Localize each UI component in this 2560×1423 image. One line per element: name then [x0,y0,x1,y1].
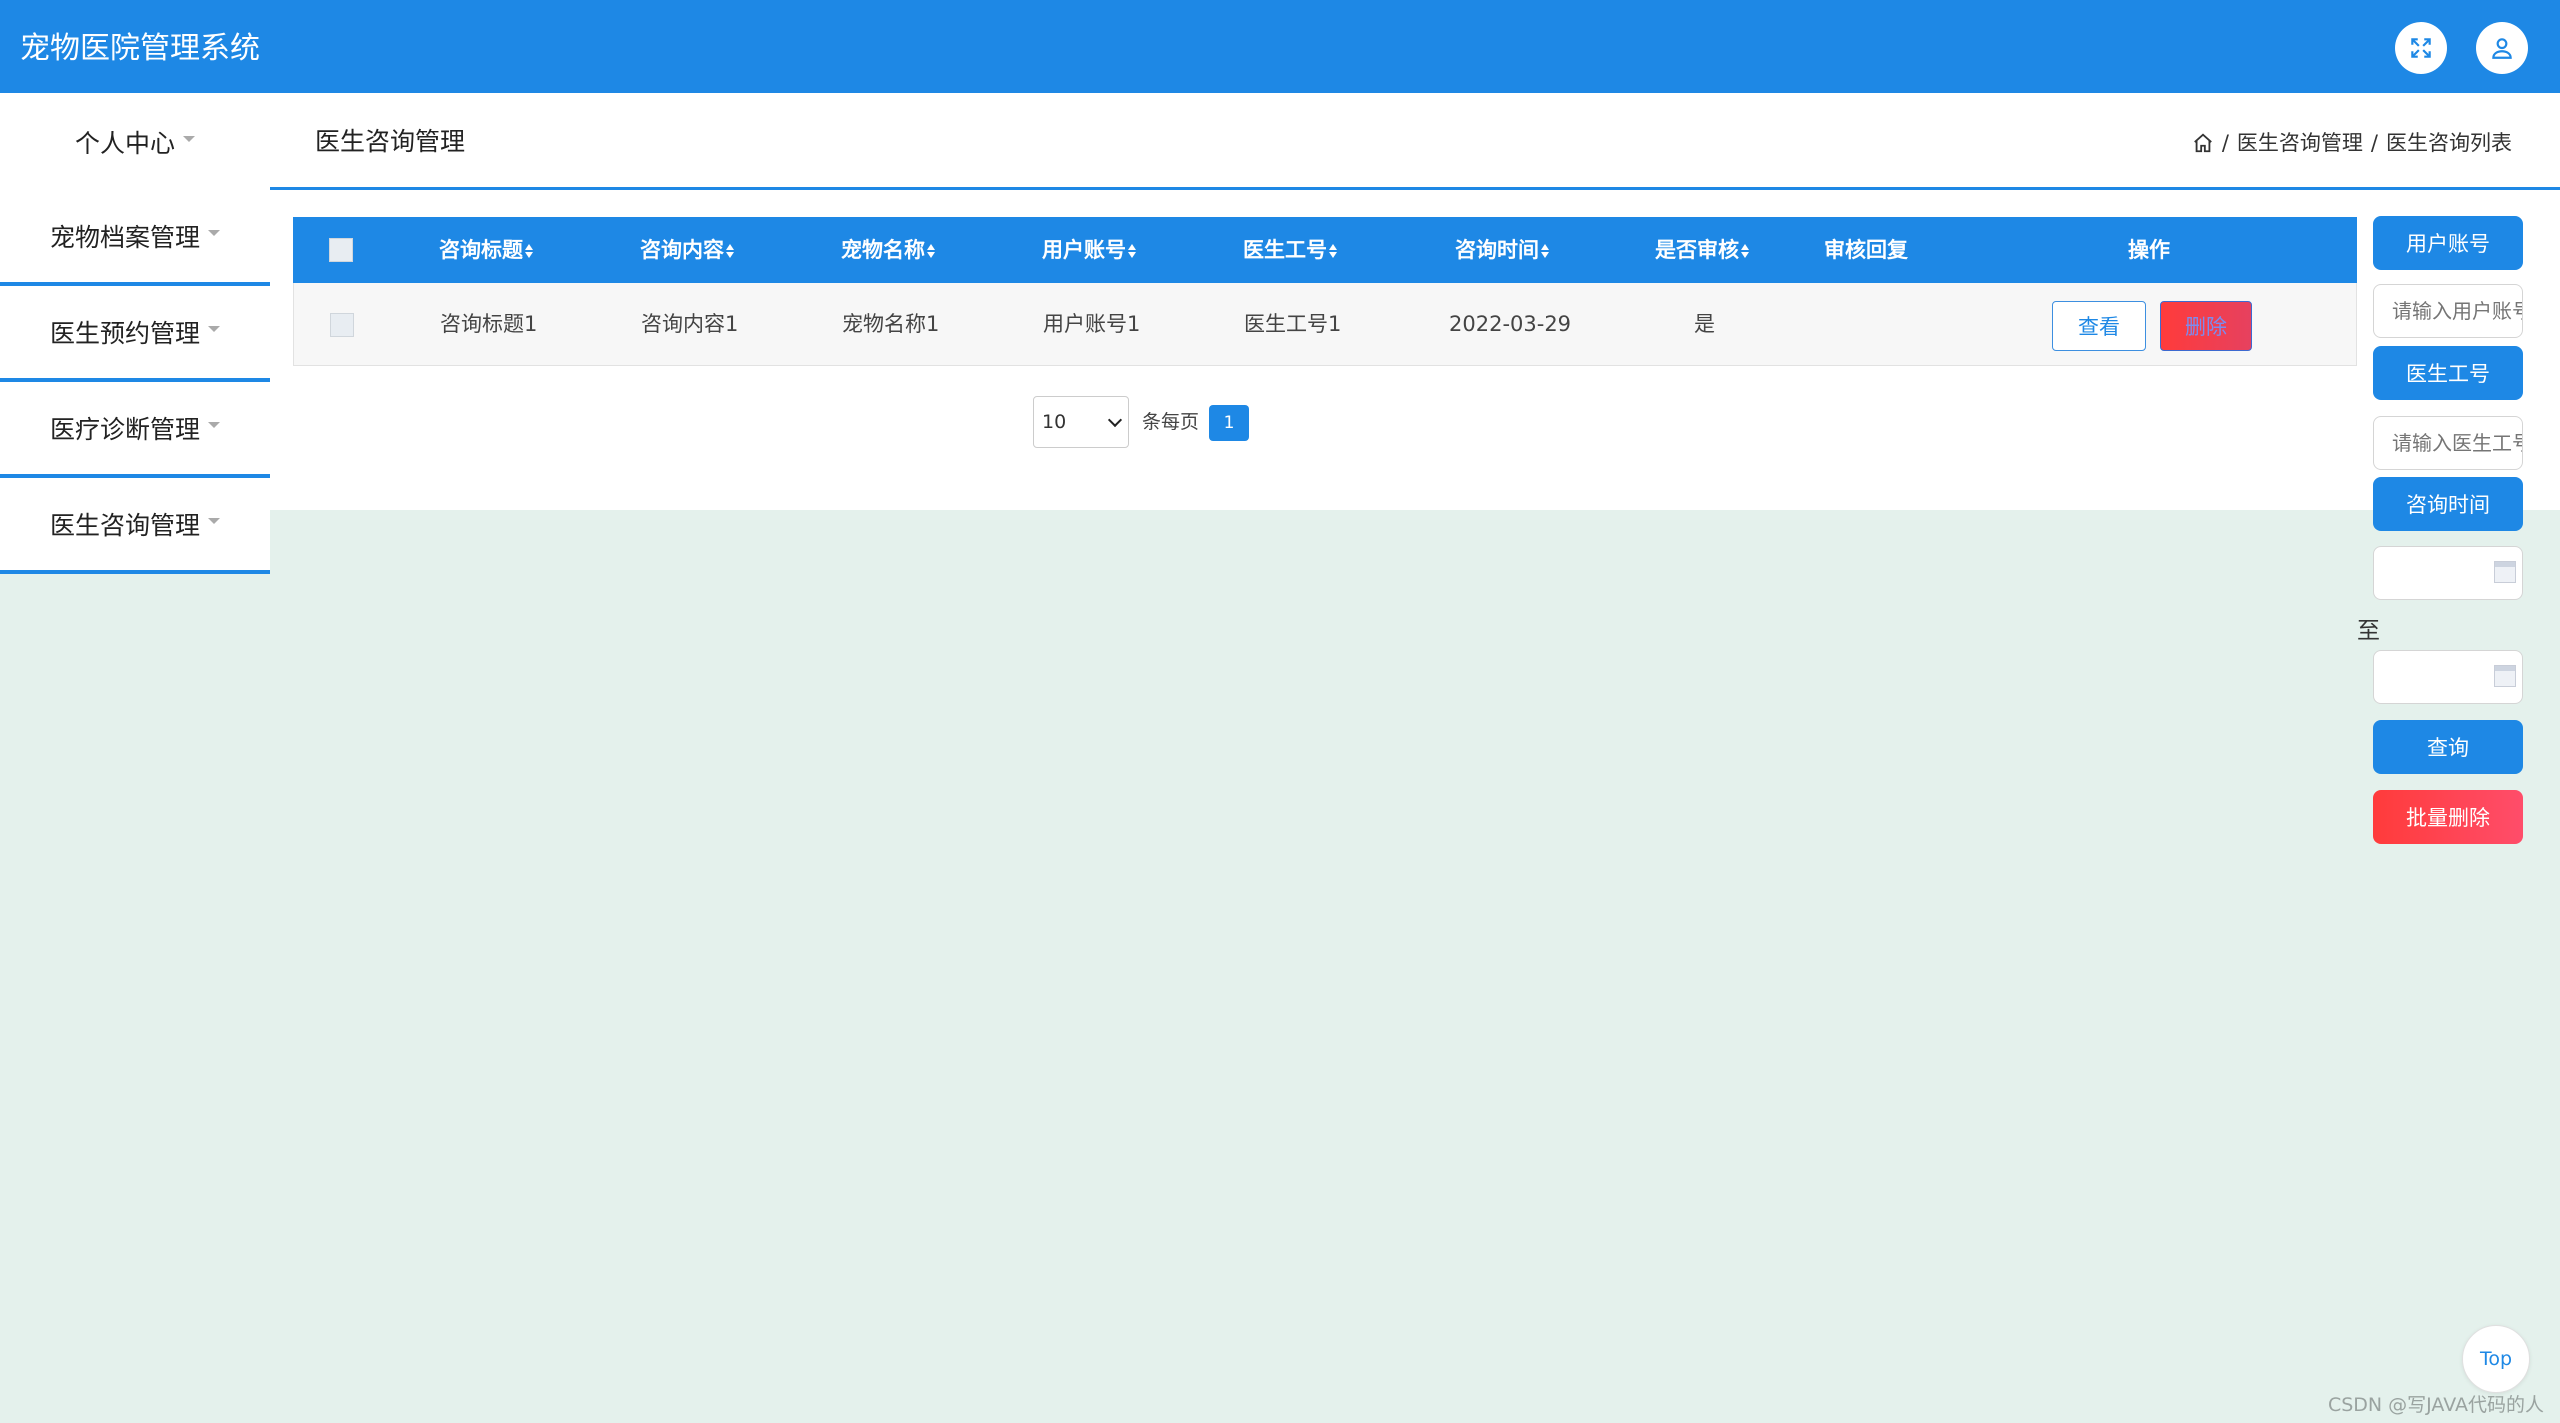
chevron-down-icon [1107,412,1123,428]
select-all-checkbox[interactable] [329,238,353,262]
user-icon [2492,38,2512,59]
caret-down-icon [208,326,220,332]
user-account-input[interactable] [2373,284,2523,338]
fullscreen-icon [2411,38,2431,58]
cell-user-account: 用户账号1 [1043,312,1141,336]
column-header-pet-name[interactable]: 宠物名称 [841,236,936,264]
breadcrumb: / 医生咨询管理 / 医生咨询列表 [2192,129,2512,157]
sidebar-item-doctor-consult[interactable]: 医生咨询管理 [0,478,270,574]
calendar-icon[interactable] [2494,561,2516,583]
cell-pet-name: 宠物名称1 [842,312,940,336]
breadcrumb-separator: / [2370,131,2378,155]
page-size-select[interactable]: 10 [1033,396,1129,448]
sort-icon[interactable] [1329,243,1338,259]
caret-down-icon [183,135,195,142]
caret-down-icon [208,230,220,236]
consult-table: 咨询标题 咨询内容 宠物名称 用户账号 医生工号 咨询时间 是否审核 审核回复 … [293,217,2357,366]
user-account-filter-label: 用户账号 [2373,216,2523,270]
column-header-content[interactable]: 咨询内容 [640,236,735,264]
end-date-input[interactable] [2373,650,2523,704]
app-title: 宠物医院管理系统 [20,31,260,66]
sidebar-item-label: 宠物档案管理 [49,223,200,252]
column-header-actions: 操作 [2128,238,2170,262]
fullscreen-button[interactable] [2395,22,2447,74]
per-page-label: 条每页 [1142,411,1200,433]
sidebar-item-diagnosis[interactable]: 医疗诊断管理 [0,382,270,478]
column-header-title[interactable]: 咨询标题 [439,236,534,264]
watermark: CSDN @写JAVA代码的人 [2327,1394,2544,1416]
cell-title: 咨询标题1 [440,312,538,336]
sort-icon[interactable] [1541,243,1550,259]
cell-doctor-id: 医生工号1 [1244,312,1342,336]
table-row: 咨询标题1 咨询内容1 宠物名称1 用户账号1 医生工号1 2022-03-29… [293,283,2357,366]
cell-time: 2022-03-29 [1449,312,1572,336]
sort-icon[interactable] [1128,243,1137,259]
sort-icon[interactable] [525,243,534,259]
breadcrumb-item-consult-list: 医生咨询列表 [2386,131,2512,155]
home-icon[interactable] [2192,132,2214,154]
cell-reviewed: 是 [1694,312,1715,336]
column-header-reviewed[interactable]: 是否审核 [1655,236,1750,264]
user-button[interactable] [2476,22,2528,74]
column-header-reply: 审核回复 [1824,238,1908,262]
cell-content: 咨询内容1 [641,312,739,336]
table-header: 咨询标题 咨询内容 宠物名称 用户账号 医生工号 咨询时间 是否审核 审核回复 … [293,217,2357,283]
sidebar-item-label: 医疗诊断管理 [49,415,200,444]
sort-icon[interactable] [726,243,735,259]
column-header-doctor-id[interactable]: 医生工号 [1243,236,1338,264]
sort-icon[interactable] [927,243,936,259]
search-button[interactable]: 查询 [2373,720,2523,774]
sidebar-item-personal-center[interactable]: 个人中心 [0,93,270,190]
date-range-separator: 至 [2357,618,2380,644]
batch-delete-button[interactable]: 批量删除 [2373,790,2523,844]
doctor-id-input[interactable] [2373,416,2523,470]
sidebar-item-pet-records[interactable]: 宠物档案管理 [0,190,270,286]
caret-down-icon [208,422,220,428]
content-header-bar: 医生咨询管理 / 医生咨询管理 / 医生咨询列表 [0,93,2560,190]
sidebar-item-label: 医生咨询管理 [49,511,200,540]
breadcrumb-item-consult-manage[interactable]: 医生咨询管理 [2237,129,2363,157]
view-button[interactable]: 查看 [2052,301,2146,351]
start-date-input[interactable] [2373,546,2523,600]
sidebar-item-label: 个人中心 [74,128,175,158]
calendar-icon[interactable] [2494,665,2516,687]
page-size-value: 10 [1042,411,1067,433]
breadcrumb-separator: / [2221,131,2229,155]
sort-icon[interactable] [1741,243,1750,259]
page-title: 医生咨询管理 [315,127,466,156]
page-number-button[interactable]: 1 [1209,405,1249,441]
column-header-time[interactable]: 咨询时间 [1455,236,1550,264]
doctor-id-filter-label: 医生工号 [2373,346,2523,400]
sidebar-item-label: 医生预约管理 [49,319,200,348]
sidebar-item-doctor-appointments[interactable]: 医生预约管理 [0,286,270,382]
consult-time-filter-label: 咨询时间 [2373,477,2523,531]
back-to-top-button[interactable]: Top [2462,1325,2530,1393]
column-header-user-account[interactable]: 用户账号 [1042,236,1137,264]
delete-button[interactable]: 删除 [2160,301,2252,351]
top-header: 宠物医院管理系统 [0,0,2560,93]
row-checkbox[interactable] [330,313,354,337]
caret-down-icon [208,518,220,524]
